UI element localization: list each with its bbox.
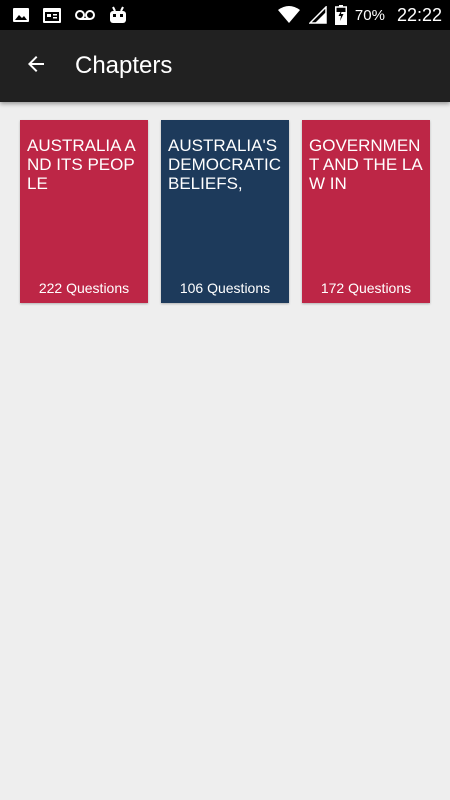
signal-icon	[308, 6, 327, 24]
wifi-icon	[277, 6, 301, 24]
image-icon	[12, 6, 30, 24]
page-title: Chapters	[75, 52, 173, 79]
chapter-question-count: 172 Questions	[320, 280, 412, 296]
chapter-grid: AUSTRALIA AND ITS PEOPLE 222 Questions A…	[20, 120, 430, 303]
system-status: 70% 22:22	[277, 5, 442, 26]
chapter-title: GOVERNMENT AND THE LAW IN	[309, 136, 423, 193]
chapter-title: AUSTRALIA AND ITS PEOPLE	[27, 136, 136, 193]
chapter-card[interactable]: AUSTRALIA AND ITS PEOPLE 222 Questions	[20, 120, 148, 303]
voicemail-icon	[74, 6, 96, 24]
back-button[interactable]	[16, 46, 56, 86]
battery-percent: 70%	[354, 6, 385, 24]
chapter-card[interactable]: GOVERNMENT AND THE LAW IN 172 Questions	[302, 120, 430, 303]
chapter-card[interactable]: AUSTRALIA'S DEMOCRATIC BELIEFS, 106 Ques…	[161, 120, 289, 303]
calendar-icon	[42, 6, 62, 24]
chapter-question-count: 106 Questions	[179, 280, 271, 296]
chapter-question-count: 222 Questions	[38, 280, 130, 296]
clock: 22:22	[396, 4, 442, 25]
android-debug-icon	[108, 6, 128, 24]
battery-charging-icon	[334, 5, 347, 25]
status-bar: 70% 22:22	[0, 0, 450, 30]
notification-icons	[12, 6, 128, 24]
app-bar: Chapters	[0, 30, 450, 102]
arrow-left-icon	[24, 52, 48, 81]
chapter-title: AUSTRALIA'S DEMOCRATIC BELIEFS,	[168, 136, 282, 193]
